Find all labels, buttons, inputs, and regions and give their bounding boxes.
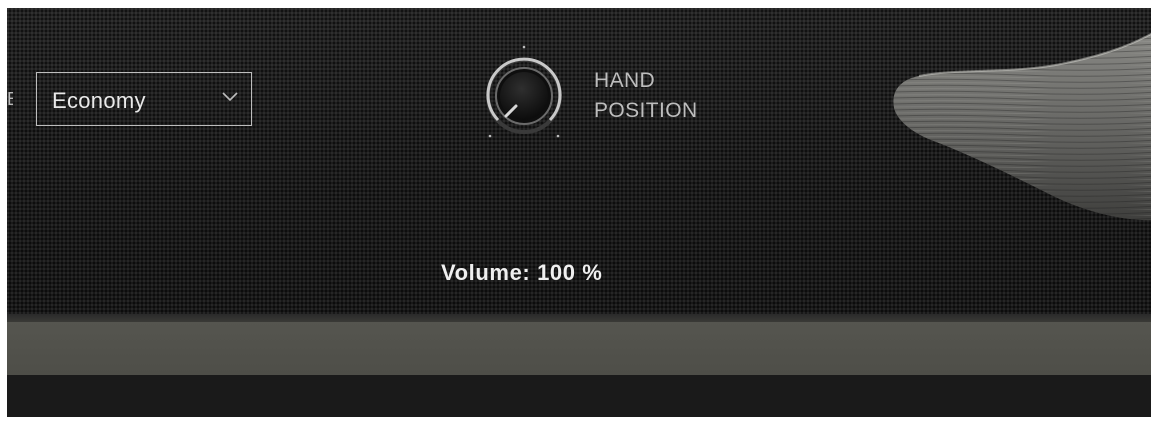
cut-off-label: E: [7, 89, 13, 109]
plugin-window: E Economy HAND POSITION Volume: 100 %: [0, 0, 1151, 423]
knob-label-line1: HAND: [594, 69, 656, 92]
hand-position-label: HAND POSITION: [594, 66, 698, 126]
knob-label-line2: POSITION: [594, 99, 698, 122]
economy-dropdown[interactable]: Economy: [36, 72, 252, 126]
chevron-down-icon: [222, 92, 238, 102]
footer-strip: [7, 322, 1151, 375]
panel-edge: [7, 314, 1151, 322]
bottom-bar: [7, 375, 1151, 417]
dropdown-value: Economy: [52, 88, 146, 113]
hand-position-knob[interactable]: [476, 44, 572, 144]
volume-readout: Volume: 100 %: [441, 260, 603, 285]
wooden-instrument-body: [893, 32, 1151, 221]
